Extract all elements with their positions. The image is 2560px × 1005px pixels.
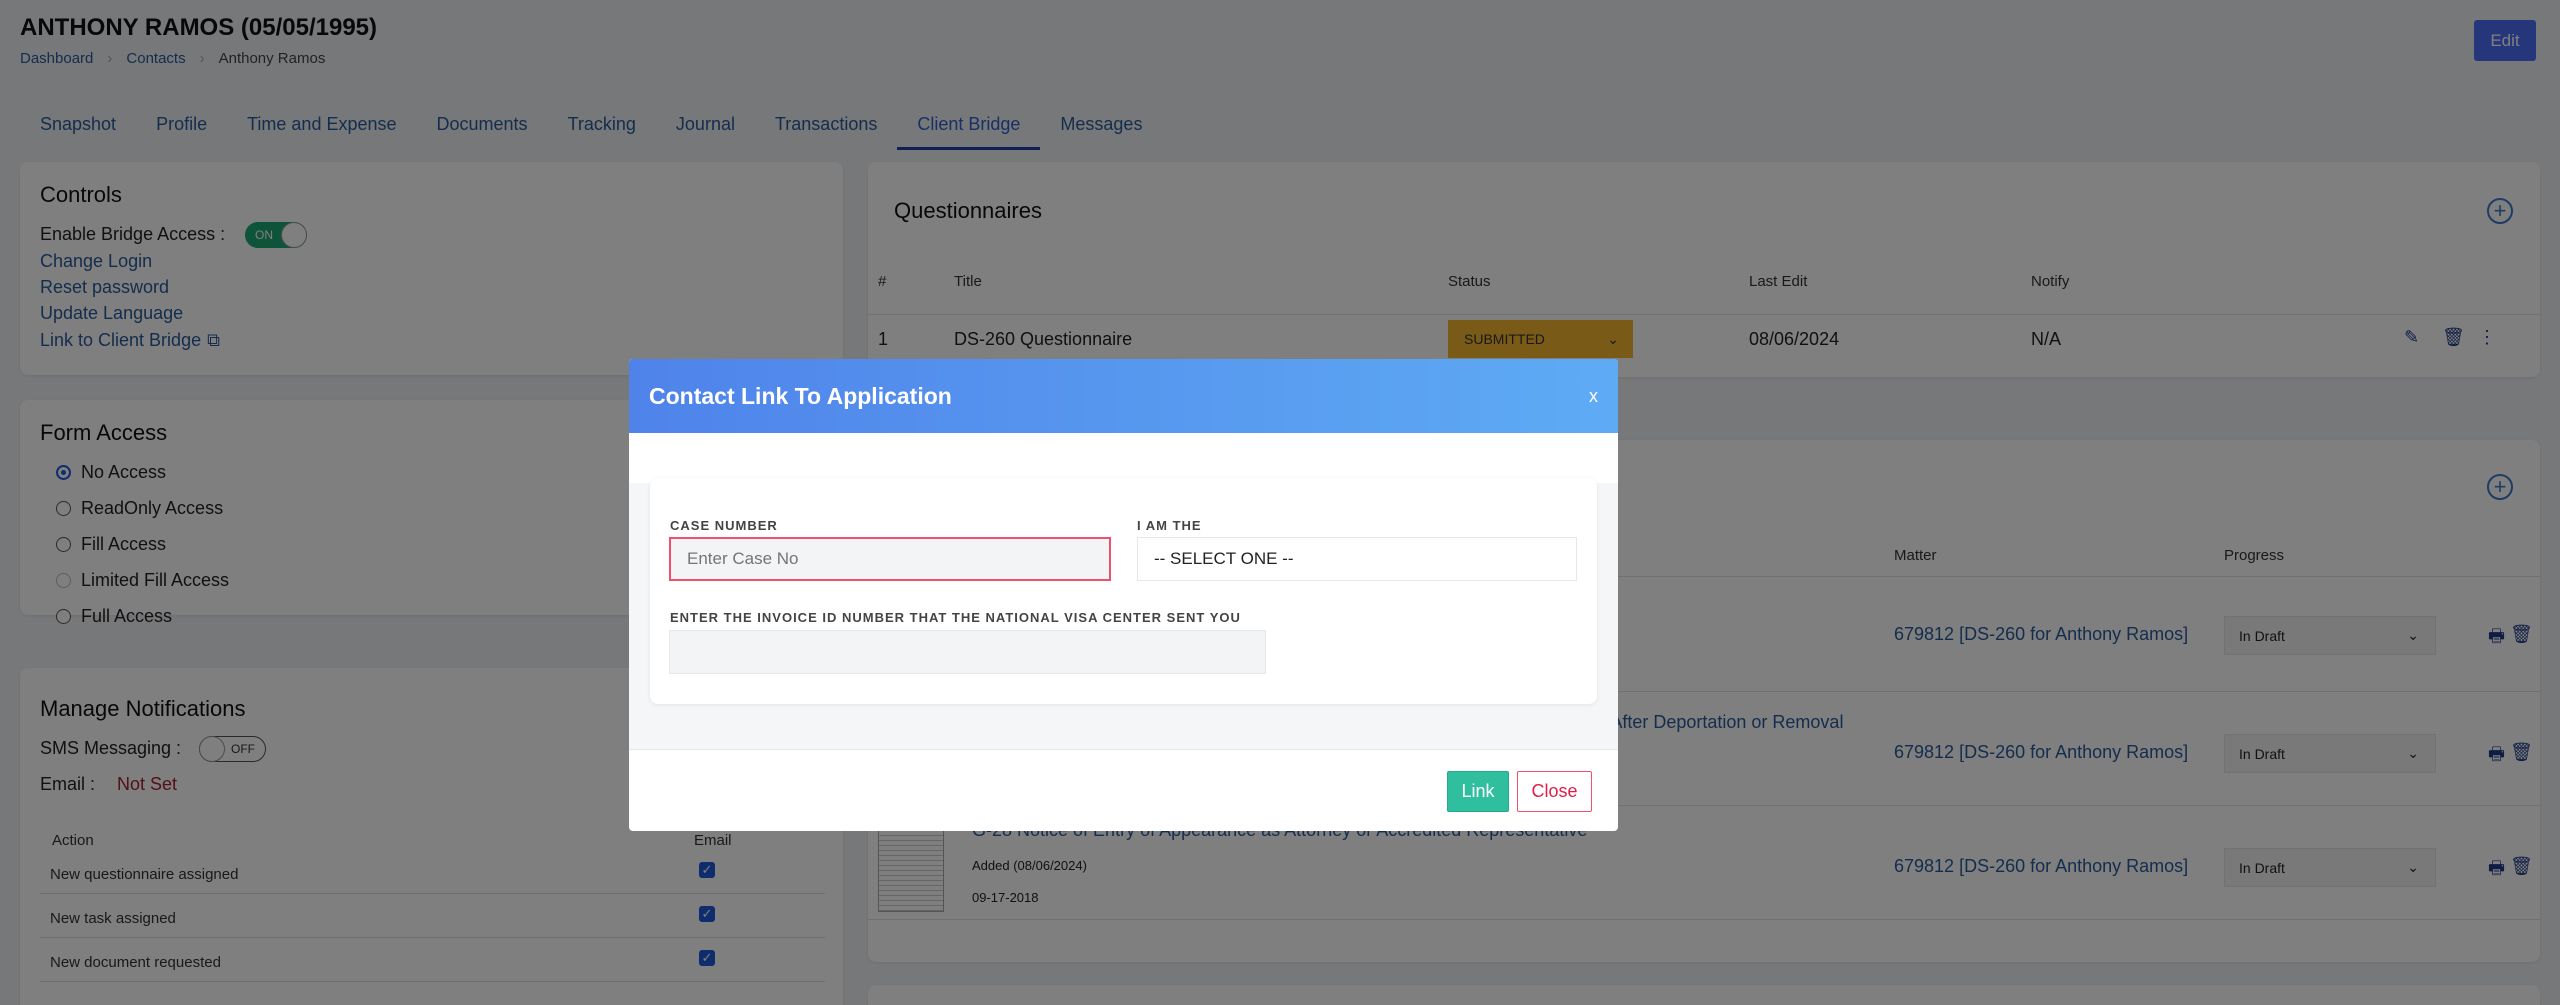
- case-number-input[interactable]: [669, 537, 1111, 581]
- close-button[interactable]: Close: [1517, 771, 1592, 812]
- invoice-id-label: ENTER THE INVOICE ID NUMBER THAT THE NAT…: [670, 610, 1241, 625]
- modal-title: Contact Link To Application: [649, 382, 952, 409]
- i-am-the-select[interactable]: -- SELECT ONE --: [1137, 537, 1577, 581]
- case-number-label: CASE NUMBER: [670, 518, 778, 533]
- close-icon[interactable]: x: [1589, 386, 1598, 407]
- link-button[interactable]: Link: [1447, 771, 1509, 812]
- modal-form-card: CASE NUMBER I AM THE -- SELECT ONE -- EN…: [650, 478, 1597, 704]
- i-am-the-label: I AM THE: [1137, 518, 1202, 533]
- invoice-id-input[interactable]: [669, 630, 1266, 674]
- contact-link-modal: Contact Link To Application x CASE NUMBE…: [629, 359, 1618, 831]
- modal-header: Contact Link To Application x: [629, 359, 1618, 433]
- modal-body: CASE NUMBER I AM THE -- SELECT ONE -- EN…: [629, 478, 1618, 750]
